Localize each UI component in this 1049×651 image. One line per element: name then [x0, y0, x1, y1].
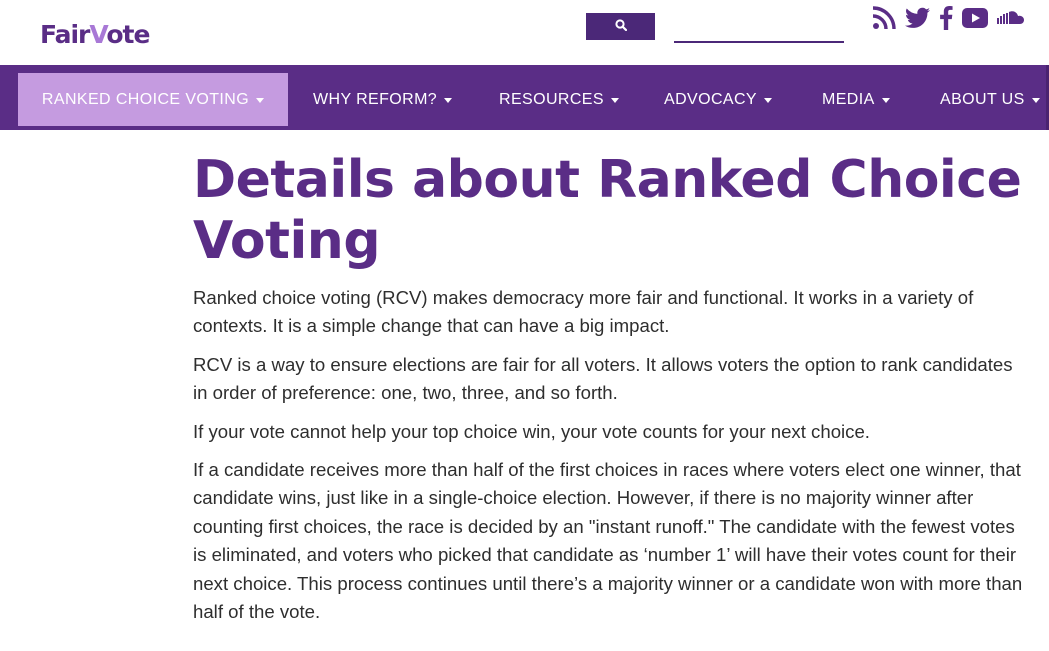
site-header: FairVote [0, 0, 1049, 65]
youtube-icon[interactable] [962, 6, 988, 30]
main-content: Details about Ranked Choice Voting Ranke… [193, 150, 1023, 636]
main-navigation: RANKED CHOICE VOTING WHY REFORM? RESOURC… [0, 65, 1049, 130]
nav-item-ranked-choice-voting[interactable]: RANKED CHOICE VOTING [18, 73, 288, 126]
fairvote-logo[interactable]: FairVote [40, 20, 150, 50]
search-icon [614, 19, 627, 34]
twitter-icon[interactable] [905, 6, 930, 30]
nav-item-media[interactable]: MEDIA [822, 73, 890, 126]
chevron-down-icon [881, 98, 890, 103]
chevron-down-icon [610, 98, 619, 103]
body-paragraph: If a candidate receives more than half o… [193, 459, 1023, 623]
social-links [872, 6, 1025, 30]
soundcloud-icon[interactable] [997, 6, 1025, 30]
search-input[interactable] [674, 15, 844, 43]
nav-item-advocacy[interactable]: ADVOCACY [664, 73, 772, 126]
intro-paragraph: Ranked choice voting (RCV) makes democra… [193, 287, 974, 337]
nav-label: ABOUT US [940, 90, 1025, 108]
nav-label: ADVOCACY [664, 90, 757, 108]
nav-item-why-reform[interactable]: WHY REFORM? [313, 73, 453, 126]
nav-item-resources[interactable]: RESOURCES [499, 73, 619, 126]
facebook-icon[interactable] [939, 6, 953, 30]
chevron-down-icon [444, 98, 453, 103]
chevron-down-icon [764, 98, 772, 103]
logo-text-ote: ote [106, 20, 150, 49]
chevron-down-icon [1031, 98, 1040, 103]
page-title: Details about Ranked Choice Voting [193, 150, 1022, 271]
body-paragraph: RCV is a way to ensure elections are fai… [193, 353, 1013, 404]
nav-item-about-us[interactable]: ABOUT US [940, 73, 1040, 126]
rss-icon[interactable] [872, 6, 896, 30]
nav-label: WHY REFORM? [313, 90, 438, 108]
body-paragraph: If your vote cannot help your top choice… [193, 420, 870, 442]
nav-label: MEDIA [822, 90, 875, 108]
logo-text-fair: Fair [40, 20, 90, 49]
logo-text-v: V [89, 20, 107, 49]
chevron-down-icon [256, 98, 265, 103]
nav-label: RESOURCES [499, 90, 604, 108]
search-button[interactable] [586, 13, 655, 40]
nav-label: RANKED CHOICE VOTING [41, 90, 250, 108]
